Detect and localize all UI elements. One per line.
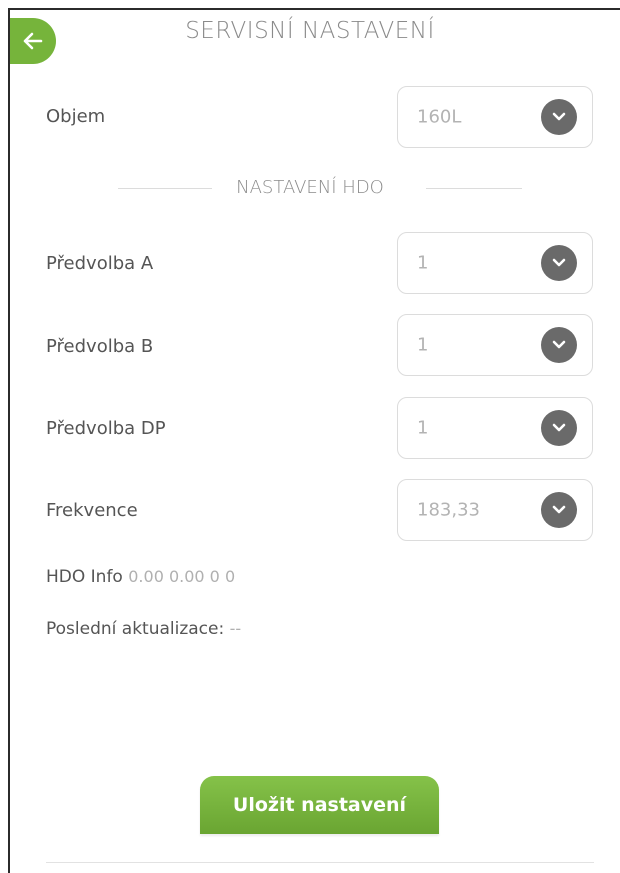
- bottom-divider: [46, 862, 594, 863]
- preset-b-select[interactable]: 1: [397, 314, 593, 376]
- volume-value: 160L: [417, 106, 462, 128]
- last-update: Poslední aktualizace: --: [46, 619, 241, 639]
- preset-dp-select[interactable]: 1: [397, 397, 593, 459]
- chevron-down-icon: [541, 492, 577, 528]
- preset-a-select[interactable]: 1: [397, 232, 593, 294]
- preset-dp-label: Předvolba DP: [46, 418, 166, 439]
- hdo-info-value: 0.00 0.00 0 0: [128, 567, 236, 586]
- volume-select[interactable]: 160L: [397, 86, 593, 148]
- volume-label: Objem: [46, 106, 106, 127]
- section-divider-right: [426, 188, 522, 189]
- preset-b-label: Předvolba B: [46, 336, 154, 357]
- last-update-label: Poslední aktualizace:: [46, 619, 225, 639]
- hdo-info-label: HDO Info: [46, 567, 123, 587]
- chevron-down-icon: [541, 327, 577, 363]
- save-settings-button[interactable]: Uložit nastavení: [200, 776, 439, 834]
- section-title-hdo: NASTAVENÍ HDO: [236, 177, 384, 198]
- last-update-value: --: [229, 619, 242, 638]
- preset-b-value: 1: [417, 334, 429, 356]
- chevron-down-icon: [541, 99, 577, 135]
- page-title: SERVISNÍ NASTAVENÍ: [185, 18, 435, 44]
- frequency-label: Frekvence: [46, 500, 138, 521]
- chevron-down-icon: [541, 410, 577, 446]
- preset-a-value: 1: [417, 252, 429, 274]
- hdo-info: HDO Info 0.00 0.00 0 0: [46, 567, 235, 587]
- frequency-select[interactable]: 183,33: [397, 479, 593, 541]
- chevron-down-icon: [541, 245, 577, 281]
- preset-a-label: Předvolba A: [46, 253, 154, 274]
- frequency-value: 183,33: [417, 499, 480, 521]
- preset-dp-value: 1: [417, 417, 429, 439]
